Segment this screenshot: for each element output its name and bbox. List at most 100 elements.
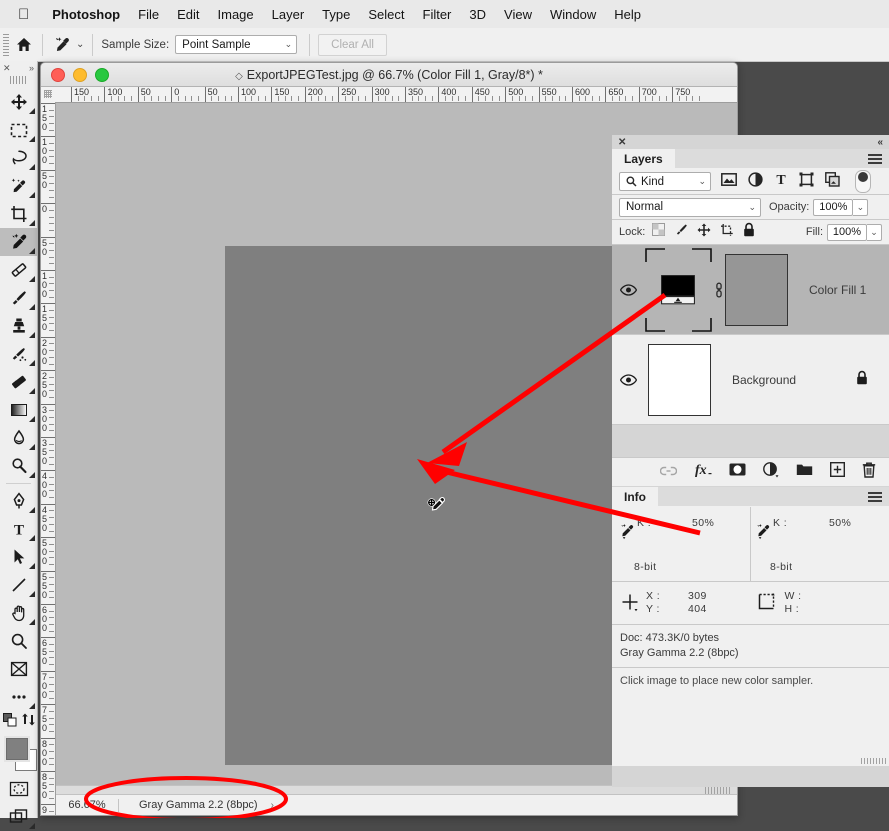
info-dimensions[interactable]: W : H :: [751, 582, 889, 624]
blend-mode-select[interactable]: Normal ⌄: [619, 198, 761, 217]
info-readout-2[interactable]: K : 50% 8-bit: [750, 507, 889, 581]
layer-fill-thumbnail[interactable]: [645, 248, 712, 332]
quick-mask-toggle[interactable]: [0, 775, 37, 803]
document-title-bar[interactable]: ◇ExportJPEGTest.jpg @ 66.7% (Color Fill …: [41, 63, 737, 87]
menu-item-file[interactable]: File: [129, 7, 168, 22]
clone-stamp-tool[interactable]: [0, 312, 37, 340]
link-layers-icon[interactable]: [660, 463, 677, 481]
panel-menu-icon[interactable]: [868, 492, 882, 502]
gradient-tool[interactable]: [0, 396, 37, 424]
brush-tool[interactable]: [0, 284, 37, 312]
layer-mask-thumbnail[interactable]: [725, 254, 788, 326]
table-row[interactable]: Color Fill 1: [612, 245, 889, 334]
close-icon[interactable]: ✕: [3, 63, 11, 74]
scrollbar-grip[interactable]: [705, 787, 731, 794]
tab-layers[interactable]: Layers: [612, 149, 675, 169]
minimize-window-button[interactable]: [73, 68, 87, 82]
apple-menu-icon[interactable]: : [18, 7, 29, 22]
layer-thumbnail[interactable]: [648, 344, 711, 416]
close-window-button[interactable]: [51, 68, 65, 82]
menu-item-type[interactable]: Type: [313, 7, 359, 22]
layer-name[interactable]: Color Fill 1: [809, 283, 866, 297]
horizontal-ruler[interactable]: 1501005005010015020025030035040045050055…: [55, 87, 737, 103]
panel-menu-icon[interactable]: [868, 154, 882, 164]
sample-size-select[interactable]: Point Sample ⌄: [175, 35, 297, 54]
clear-all-button[interactable]: Clear All: [318, 34, 387, 56]
healing-brush-tool[interactable]: [0, 256, 37, 284]
tool-preset-chevron-icon[interactable]: ⌄: [76, 39, 84, 50]
adjustment-filter-icon[interactable]: [748, 172, 763, 192]
default-colors-icon[interactable]: [3, 713, 17, 732]
screen-mode-toggle[interactable]: [0, 803, 37, 831]
swap-colors-icon[interactable]: [22, 713, 35, 731]
lock-all-icon[interactable]: [743, 222, 755, 242]
color-profile-status[interactable]: Gray Gamma 2.2 (8bpc) ›: [119, 799, 274, 811]
info-position[interactable]: X : Y : 309 404: [612, 582, 751, 624]
table-row[interactable]: Background: [612, 335, 889, 424]
tools-panel-grip[interactable]: [10, 76, 28, 84]
menu-item-select[interactable]: Select: [359, 7, 413, 22]
menu-item-window[interactable]: Window: [541, 7, 605, 22]
dodge-tool[interactable]: [0, 452, 37, 480]
options-bar-grip[interactable]: [3, 34, 9, 56]
smart-object-filter-icon[interactable]: [825, 172, 840, 192]
new-group-icon[interactable]: [796, 463, 813, 481]
frame-tool[interactable]: [0, 655, 37, 683]
menu-item-help[interactable]: Help: [605, 7, 650, 22]
menu-item-edit[interactable]: Edit: [168, 7, 208, 22]
lasso-tool[interactable]: [0, 144, 37, 172]
menu-item-filter[interactable]: Filter: [414, 7, 461, 22]
zoom-level[interactable]: 66.67%: [56, 799, 118, 811]
layer-style-fx-icon[interactable]: fx: [694, 462, 712, 482]
opacity-slider-chevron-icon[interactable]: ⌄: [853, 199, 868, 216]
type-tool[interactable]: T: [0, 515, 37, 543]
line-shape-tool[interactable]: [0, 571, 37, 599]
lock-image-pixels-icon[interactable]: [674, 223, 688, 242]
hand-tool[interactable]: [0, 599, 37, 627]
ruler-corner[interactable]: [41, 87, 56, 103]
crop-tool[interactable]: [0, 200, 37, 228]
eyedropper-icon[interactable]: ⌄: [51, 35, 84, 55]
menu-item-view[interactable]: View: [495, 7, 541, 22]
home-icon[interactable]: [14, 37, 34, 52]
pen-tool[interactable]: [0, 487, 37, 515]
type-filter-icon[interactable]: T: [774, 172, 788, 191]
eraser-tool[interactable]: [0, 368, 37, 396]
panel-resize-grip[interactable]: [861, 758, 887, 764]
menu-item-layer[interactable]: Layer: [263, 7, 314, 22]
menu-item-image[interactable]: Image: [209, 7, 263, 22]
layer-visibility-toggle[interactable]: [612, 374, 645, 386]
vertical-ruler[interactable]: 1501005005010015020025030035040045050055…: [41, 102, 56, 815]
dock-collapse-icon[interactable]: «: [877, 137, 883, 148]
layer-name[interactable]: Background: [732, 373, 796, 387]
zoom-tool[interactable]: [0, 627, 37, 655]
edit-toolbar-tool[interactable]: [0, 683, 37, 711]
path-selection-tool[interactable]: [0, 543, 37, 571]
dock-close-icon[interactable]: ✕: [618, 137, 626, 148]
color-swatches[interactable]: [0, 735, 37, 775]
new-layer-icon[interactable]: [830, 462, 845, 482]
pixel-filter-icon[interactable]: [721, 173, 737, 191]
maximize-window-button[interactable]: [95, 68, 109, 82]
foreground-color-swatch[interactable]: [6, 738, 28, 760]
fill-slider-chevron-icon[interactable]: ⌄: [867, 224, 882, 241]
filter-toggle[interactable]: [855, 170, 871, 193]
fill-value[interactable]: 100%: [827, 224, 867, 241]
shape-filter-icon[interactable]: [799, 172, 814, 192]
layer-filter-kind-select[interactable]: Kind ⌄: [619, 172, 711, 191]
link-mask-icon[interactable]: [712, 282, 725, 298]
rectangular-marquee-tool[interactable]: [0, 116, 37, 144]
expand-icon[interactable]: »: [29, 63, 34, 73]
lock-transparent-pixels-icon[interactable]: [652, 223, 665, 241]
lock-artboard-nesting-icon[interactable]: [720, 223, 734, 242]
move-tool[interactable]: [0, 88, 37, 116]
info-readout-1[interactable]: K : 50% 8-bit: [612, 507, 750, 581]
menu-item-photoshop[interactable]: Photoshop: [43, 7, 129, 22]
layers-empty-area[interactable]: [612, 425, 889, 457]
delete-layer-icon[interactable]: [862, 462, 876, 483]
status-arrow-icon[interactable]: ›: [271, 800, 274, 811]
menu-item-3d[interactable]: 3D: [460, 7, 495, 22]
eyedropper-tool[interactable]: [0, 228, 37, 256]
opacity-value[interactable]: 100%: [813, 199, 853, 216]
add-layer-mask-icon[interactable]: [729, 463, 746, 481]
